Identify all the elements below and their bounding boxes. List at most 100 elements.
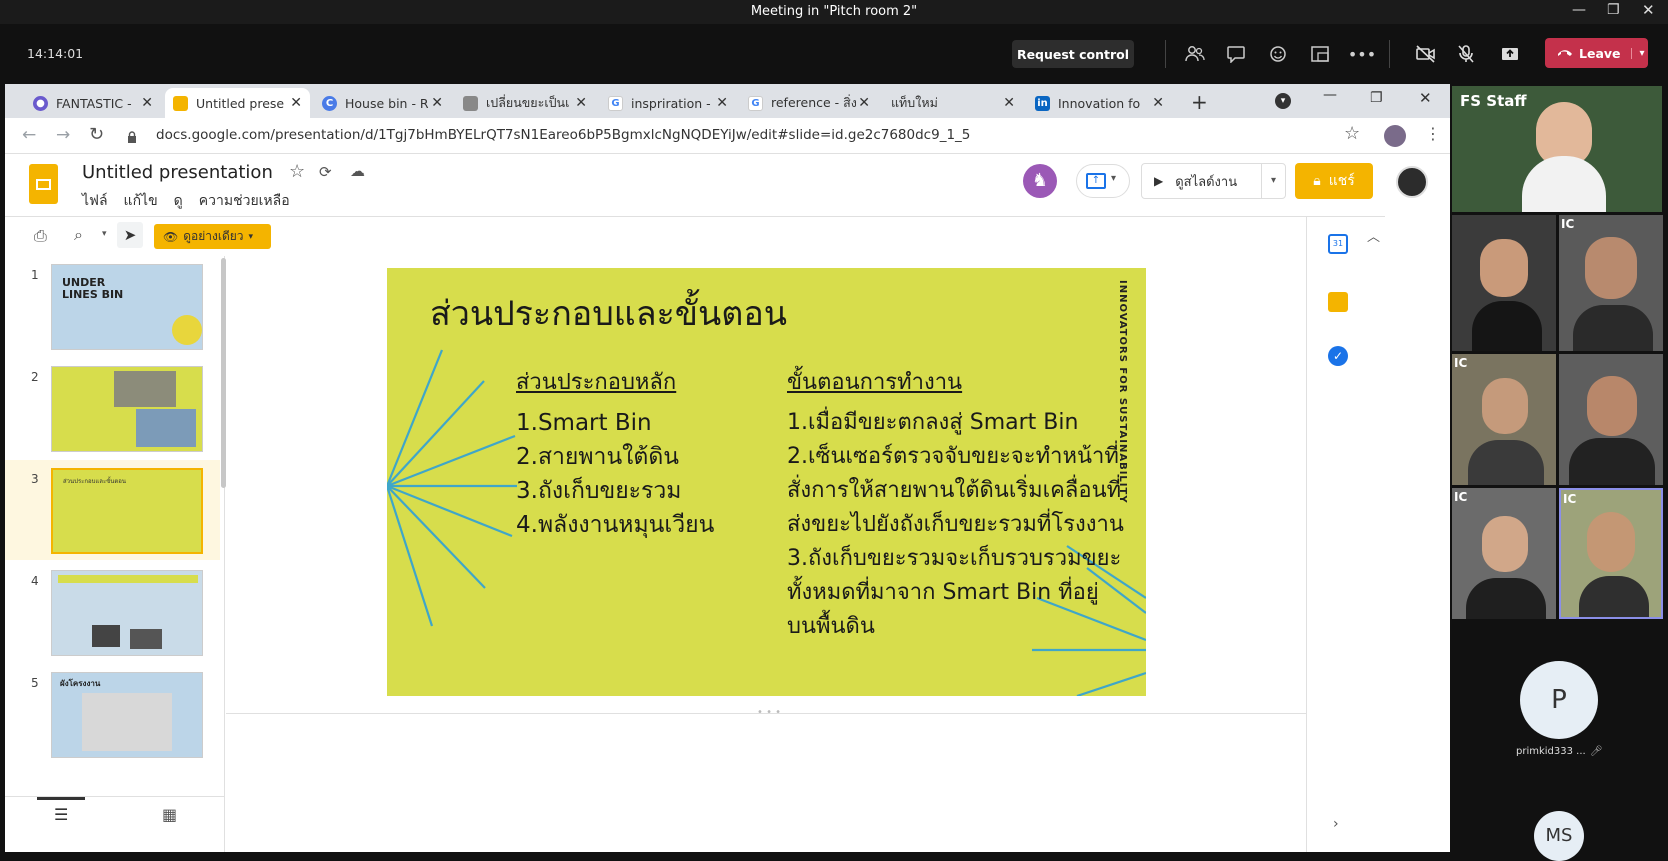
menu-view[interactable]: ดู [174, 190, 183, 212]
chevron-down-icon[interactable]: ▾ [1630, 47, 1645, 59]
slide-thumbnail-2[interactable] [51, 366, 203, 452]
thumbnail-title: ส่วนประกอบและขั้นตอน [63, 478, 127, 485]
participant-avatar[interactable]: MS [1534, 811, 1584, 861]
participant-avatar[interactable]: P [1520, 661, 1598, 739]
slideshow-button[interactable]: ▶ ดูสไลด์งาน ▾ [1141, 163, 1286, 199]
slide-thumbnail-3[interactable]: ส่วนประกอบและขั้นตอน [51, 468, 203, 554]
forward-icon[interactable]: → [56, 125, 70, 145]
slide-thumbnail-1[interactable]: UNDER LINES BIN [51, 264, 203, 350]
play-icon: ▶ [1154, 174, 1164, 188]
tab-close-icon[interactable]: ✕ [431, 95, 443, 111]
thumbnail-number: 4 [31, 574, 39, 588]
reload-icon[interactable]: ↻ [89, 124, 104, 145]
print-icon[interactable]: ⎙ [34, 226, 47, 246]
window-title: Meeting in "Pitch room 2" [750, 4, 918, 19]
select-cursor-icon[interactable]: ➤ [117, 222, 143, 248]
chat-icon[interactable] [1222, 40, 1250, 68]
back-icon[interactable]: ← [22, 125, 36, 145]
restore-icon[interactable]: ❐ [1607, 2, 1620, 18]
meeting-timer: 14:14:01 [27, 46, 84, 61]
tab-close-icon[interactable]: ✕ [1003, 95, 1015, 111]
participant-tile[interactable] [1452, 215, 1556, 351]
close-icon[interactable]: ✕ [1642, 1, 1655, 19]
browser-menu-icon[interactable]: ⋮ [1425, 124, 1441, 143]
view-only-button[interactable]: 👁︎ ดูอย่างเดียว ▾ [154, 224, 271, 249]
participant-tile[interactable]: FS Staff [1452, 86, 1662, 212]
mic-off-icon[interactable] [1452, 40, 1480, 68]
profile-avatar[interactable] [1384, 125, 1406, 147]
tab-strip: ● FANTASTIC - ✕ Untitled prese ✕ C House… [5, 84, 1450, 118]
url-field[interactable]: docs.google.com/presentation/d/1Tgj7bHmB… [156, 127, 1336, 143]
participant-tile-active-speaker[interactable]: IC [1559, 488, 1663, 619]
bookmark-star-icon[interactable]: ☆ [1344, 123, 1360, 144]
restore-icon[interactable]: ❐ [1370, 90, 1383, 106]
list-item: 3.ถังเก็บขยะรวม [516, 478, 682, 504]
tab-innovation[interactable]: in Innovation fo ✕ [1027, 88, 1172, 118]
present-options-button[interactable]: ↑ ▾ [1076, 164, 1130, 198]
participant-tile[interactable]: IC [1452, 354, 1556, 485]
request-control-button[interactable]: Request control [1012, 40, 1134, 68]
tab-label: reference - สิ่ง [771, 95, 857, 110]
chevron-down-icon[interactable]: ▾ [1261, 164, 1285, 198]
document-title[interactable]: Untitled presentation [82, 162, 273, 183]
tab-close-icon[interactable]: ✕ [1152, 95, 1164, 111]
tab-fantastic[interactable]: ● FANTASTIC - ✕ [25, 88, 161, 118]
slide-thumbnail-4[interactable] [51, 570, 203, 656]
tab-untitled-presentation[interactable]: Untitled prese ✕ [165, 88, 310, 118]
menu-edit[interactable]: แก้ไข [124, 190, 158, 212]
list-item: ทั้งหมดที่มาจาก Smart Bin ที่อยู่ [787, 580, 1099, 605]
tab-house-bin[interactable]: C House bin - R ✕ [314, 88, 451, 118]
share-button[interactable]: 🔒︎ แชร์ [1295, 163, 1373, 199]
slide-thumbnail-5[interactable]: ผังโครงงาน [51, 672, 203, 758]
filmstrip-view-icon[interactable]: ☰ [54, 805, 68, 824]
tab-close-icon[interactable]: ✕ [575, 95, 587, 111]
zoom-icon[interactable]: ⌕ [74, 225, 83, 245]
account-avatar[interactable] [1396, 166, 1428, 198]
tab-waste-article[interactable]: เปลี่ยนขยะเป็นเ ✕ [455, 88, 595, 118]
cloud-status-icon[interactable]: ☁ [350, 162, 365, 180]
people-icon[interactable] [1181, 40, 1209, 68]
minimize-icon[interactable]: — [1323, 87, 1337, 103]
participant-tile[interactable]: IC [1559, 215, 1663, 351]
tile-label: IC [1454, 490, 1468, 504]
thumbnail-number: 1 [31, 268, 39, 282]
share-screen-icon[interactable] [1496, 40, 1524, 68]
menu-help[interactable]: ความช่วยเหลือ [199, 190, 290, 212]
thumbnail-number: 5 [31, 676, 39, 690]
calendar-icon[interactable]: 31 [1328, 234, 1348, 254]
star-icon[interactable]: ☆ [289, 161, 305, 182]
minimize-icon[interactable]: — [1572, 2, 1586, 18]
grid-view-icon[interactable]: ▦ [162, 805, 177, 824]
tab-search-icon[interactable]: ▾ [1275, 93, 1291, 109]
new-tab-icon[interactable]: + [1191, 90, 1208, 114]
expand-panel-icon[interactable]: › [1333, 816, 1339, 832]
slideshow-label: ดูสไลด์งาน [1175, 174, 1238, 190]
keep-icon[interactable] [1328, 292, 1348, 312]
move-icon[interactable]: ⟳ [319, 163, 332, 181]
collaborator-avatar[interactable]: ♞ [1023, 164, 1057, 198]
participant-tile[interactable] [1559, 354, 1663, 485]
window-titlebar: Meeting in "Pitch room 2" — ❐ ✕ [0, 0, 1668, 24]
tab-label: House bin - R [345, 95, 429, 111]
leave-button[interactable]: Leave ▾ [1545, 38, 1648, 68]
participant-tile[interactable]: IC [1452, 488, 1556, 619]
tab-close-icon[interactable]: ✕ [716, 95, 728, 111]
upload-icon: ↑ [1086, 173, 1106, 189]
tab-reference[interactable]: G reference - สิ่ง ✕ [740, 88, 878, 118]
menu-file[interactable]: ไฟล์ [82, 190, 108, 212]
more-options-icon[interactable]: ••• [1348, 40, 1376, 68]
tab-inspriration[interactable]: G inspriration - ✕ [600, 88, 736, 118]
camera-off-icon[interactable] [1412, 40, 1440, 68]
tab-close-icon[interactable]: ✕ [141, 95, 153, 111]
tab-new-tab[interactable]: แท็บใหม่ ✕ [883, 88, 1023, 118]
tab-close-icon[interactable]: ✕ [290, 95, 302, 111]
chevron-down-icon[interactable]: ▾ [102, 229, 107, 239]
reactions-icon[interactable] [1264, 40, 1292, 68]
resize-handle-icon[interactable]: • • • [757, 707, 781, 718]
tab-close-icon[interactable]: ✕ [858, 95, 870, 111]
rooms-icon[interactable] [1306, 40, 1334, 68]
tile-label: IC [1561, 217, 1575, 231]
slides-logo-icon[interactable] [29, 164, 58, 204]
tasks-icon[interactable]: ✓ [1328, 346, 1348, 366]
close-icon[interactable]: ✕ [1419, 89, 1432, 107]
